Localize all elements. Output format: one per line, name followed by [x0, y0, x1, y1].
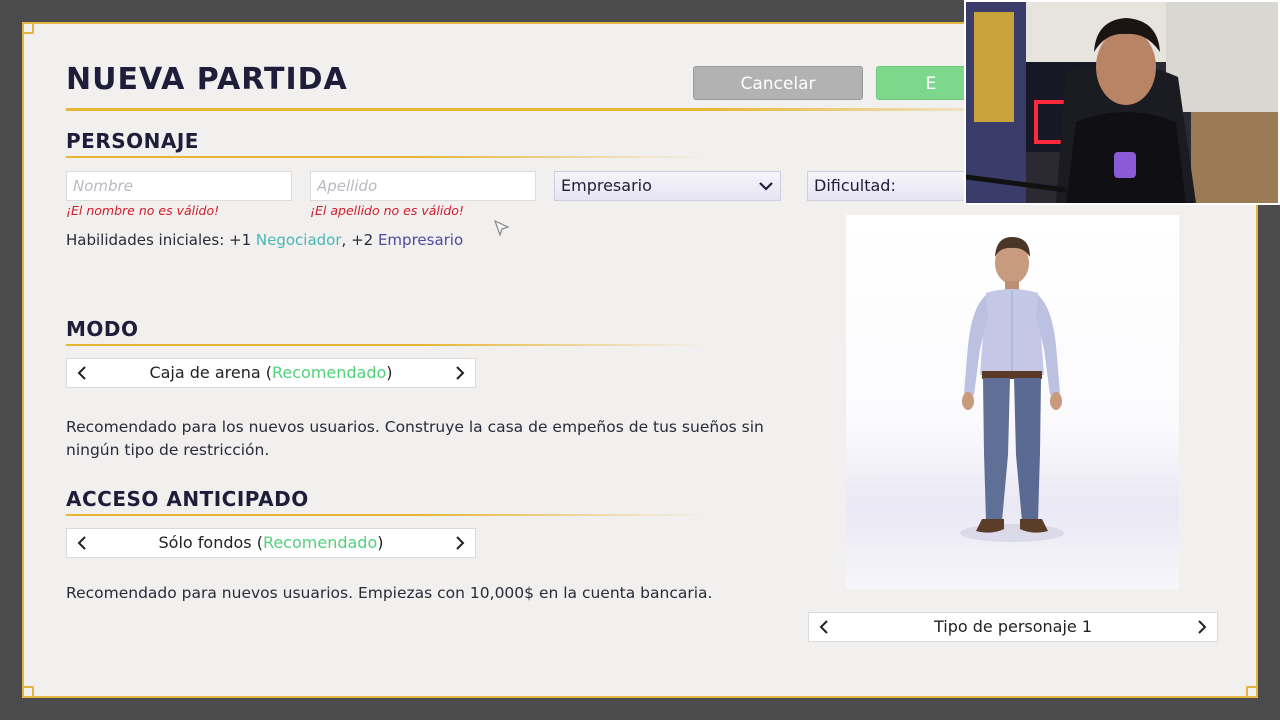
mode-description: Recomendado para los nuevos usuarios. Co…	[66, 418, 764, 459]
starting-skills: Habilidades iniciales: +1 Negociador, +2…	[66, 231, 463, 249]
difficulty-select[interactable]: Dificultad:	[807, 171, 977, 201]
mouse-cursor-icon	[493, 219, 510, 242]
mode-value: Caja de arena (Recomendado)	[97, 359, 445, 387]
first-name-error: ¡El nombre no es válido!	[66, 203, 220, 218]
webcam-overlay	[964, 0, 1280, 205]
panel-corner	[22, 686, 34, 698]
chevron-left-icon[interactable]	[811, 613, 837, 650]
chevron-right-icon[interactable]	[447, 359, 473, 396]
webcam-image	[966, 2, 1278, 203]
mode-recommended-tag: Recomendado	[271, 363, 387, 382]
skills-prefix: Habilidades iniciales: +1	[66, 231, 256, 249]
character-preview	[846, 215, 1179, 589]
character-model-image	[960, 237, 1064, 542]
section-heading-early-access: ACCESO ANTICIPADO	[66, 487, 309, 511]
cancel-button[interactable]: Cancelar	[693, 66, 863, 100]
chevron-right-icon[interactable]	[447, 529, 473, 566]
section-underline	[66, 514, 706, 516]
early-access-stepper[interactable]: Sólo fondos (Recomendado)	[66, 528, 476, 558]
difficulty-label: Dificultad:	[814, 176, 896, 195]
page-title: NUEVA PARTIDA	[66, 62, 348, 97]
section-underline	[66, 344, 706, 346]
early-access-value-suffix: )	[377, 533, 384, 552]
mode-value-suffix: )	[386, 363, 393, 382]
chevron-down-icon	[758, 172, 774, 209]
panel-corner	[22, 22, 34, 34]
skill-empresario: Empresario	[377, 231, 464, 249]
first-name-input[interactable]	[66, 171, 292, 201]
title-underline	[66, 108, 976, 111]
skill-negociador: Negociador	[255, 231, 342, 249]
section-heading-personaje: PERSONAJE	[66, 129, 199, 153]
section-underline	[66, 156, 706, 158]
chevron-right-icon[interactable]	[1189, 613, 1215, 650]
last-name-input[interactable]	[310, 171, 536, 201]
early-access-value: Sólo fondos (Recomendado)	[97, 529, 445, 557]
last-name-error: ¡El apellido no es válido!	[310, 203, 464, 218]
background-select-value: Empresario	[561, 176, 652, 195]
background-select[interactable]: Empresario	[554, 171, 781, 201]
chevron-left-icon[interactable]	[69, 359, 95, 396]
mode-value-text: Caja de arena (	[149, 363, 272, 382]
early-access-recommended-tag: Recomendado	[262, 533, 378, 552]
chevron-left-icon[interactable]	[69, 529, 95, 566]
early-access-description: Recomendado para nuevos usuarios. Empiez…	[66, 584, 713, 602]
panel-corner	[1246, 686, 1258, 698]
mode-stepper[interactable]: Caja de arena (Recomendado)	[66, 358, 476, 388]
character-type-stepper[interactable]: Tipo de personaje 1	[808, 612, 1218, 642]
section-heading-modo: MODO	[66, 317, 139, 341]
early-access-value-text: Sólo fondos (	[158, 533, 263, 552]
character-type-value: Tipo de personaje 1	[933, 617, 1093, 636]
skills-middle: , +2	[341, 231, 378, 249]
